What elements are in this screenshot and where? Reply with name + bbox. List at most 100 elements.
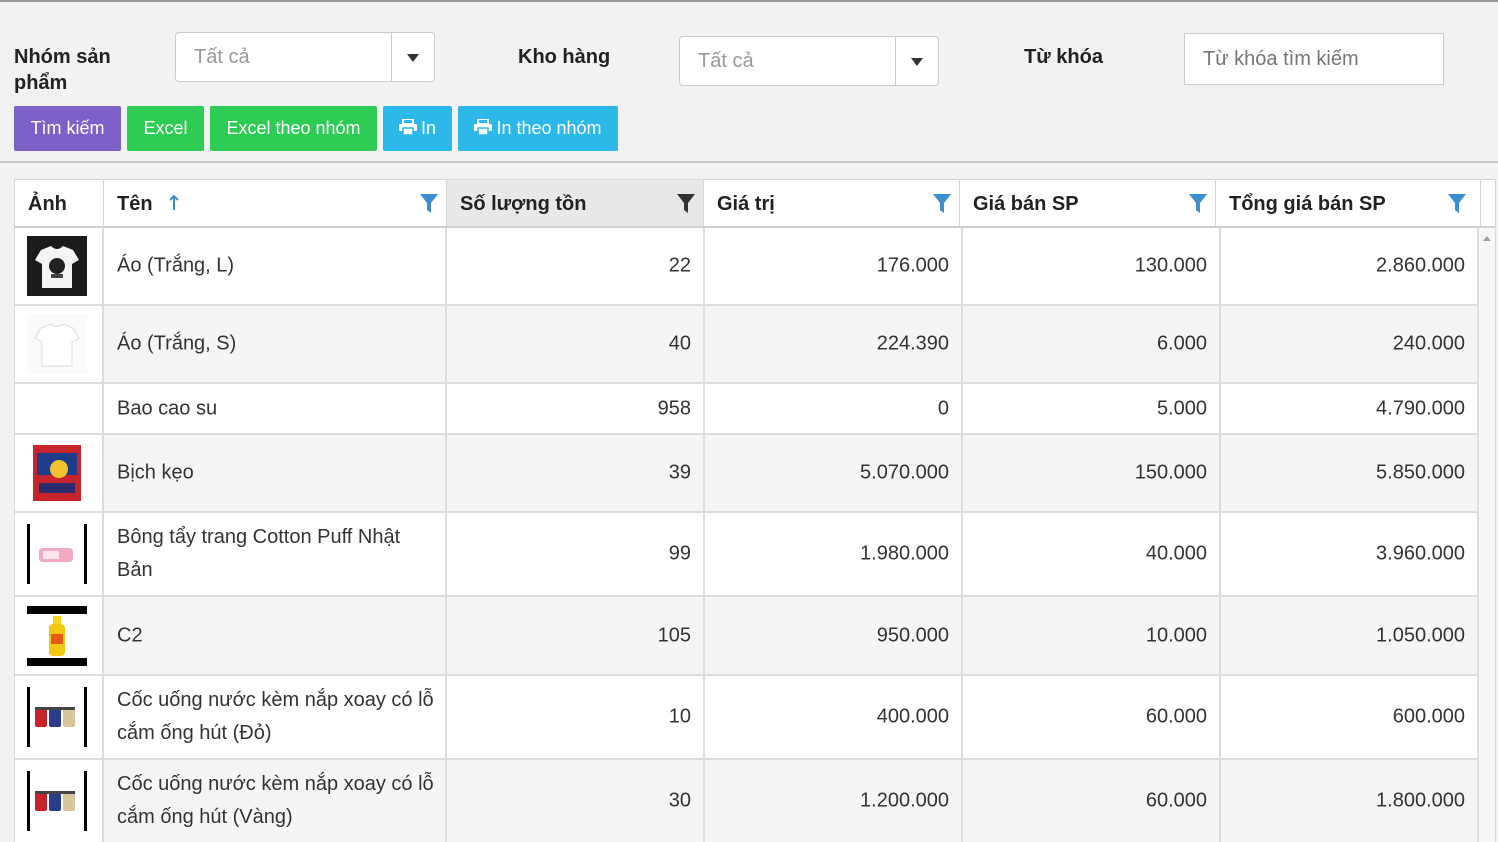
keyword-input[interactable] <box>1184 33 1444 85</box>
price-value: 10.000 <box>1145 624 1207 646</box>
quantity-cell: 40 <box>447 306 705 382</box>
price-cell: 10.000 <box>963 597 1221 674</box>
product-thumbnail[interactable] <box>27 314 87 374</box>
column-header-image[interactable]: Ảnh <box>15 180 104 226</box>
price-cell: 40.000 <box>963 513 1221 595</box>
sort-ascending-icon[interactable] <box>168 194 180 212</box>
printer-icon <box>474 107 493 152</box>
column-header-total[interactable]: Tổng giá bán SP <box>1216 180 1481 226</box>
column-header-label: Giá trị <box>717 193 775 215</box>
price-cell: 130.000 <box>963 228 1221 304</box>
product-image-cell <box>15 435 104 511</box>
print-group-button-label: In theo nhóm <box>496 118 602 138</box>
filter-icon[interactable] <box>1189 194 1207 214</box>
search-button[interactable]: Tìm kiếm <box>14 106 121 151</box>
product-thumbnail[interactable] <box>27 236 87 296</box>
table-row[interactable]: Bao cao su 958 0 5.000 4.790.000 <box>15 384 1481 435</box>
total-price-value: 2.860.000 <box>1376 254 1465 277</box>
column-header-label: Tên <box>117 193 153 215</box>
quantity-cell: 39 <box>447 435 705 511</box>
printer-icon <box>398 107 417 152</box>
table-row[interactable]: Cốc uống nước kèm nắp xoay có lỗ cắm ống… <box>15 676 1481 760</box>
filter-icon[interactable] <box>677 194 695 214</box>
total-price-value: 5.850.000 <box>1376 461 1465 484</box>
quantity-value: 10 <box>668 705 691 728</box>
excel-group-button[interactable]: Excel theo nhóm <box>210 106 377 151</box>
price-cell: 5.000 <box>963 384 1221 433</box>
print-button-label: In <box>420 118 436 138</box>
product-thumbnail[interactable] <box>27 443 87 503</box>
value-cell: 950.000 <box>705 597 963 674</box>
product-name: Áo (Trắng, S) <box>117 332 237 355</box>
product-name: Bao cao su <box>117 397 218 419</box>
price-value: 40.000 <box>1145 542 1207 565</box>
quantity-value: 30 <box>668 789 691 812</box>
quantity-cell: 99 <box>447 513 705 595</box>
product-name-cell: Bao cao su <box>104 384 447 433</box>
column-header-value[interactable]: Giá trị <box>704 180 960 226</box>
table-row[interactable]: Bông tẩy trang Cotton Puff Nhật Bản 99 1.9… <box>15 513 1481 597</box>
warehouse-select-value: Tất cả <box>698 50 754 72</box>
product-thumbnail[interactable] <box>27 605 87 666</box>
product-name-cell: Bịch kẹo <box>104 435 447 511</box>
column-header-quantity[interactable]: Số lượng tồn <box>447 180 704 226</box>
table-row[interactable]: Áo (Trắng, L) 22 176.000 130.000 2.860.000 <box>15 228 1481 306</box>
quantity-cell: 958 <box>447 384 705 433</box>
total-price-cell: 240.000 <box>1221 306 1479 382</box>
product-name-cell: Áo (Trắng, S) <box>104 306 447 382</box>
total-price-cell: 1.800.000 <box>1221 760 1479 842</box>
total-price-cell: 3.960.000 <box>1221 513 1479 595</box>
price-value: 6.000 <box>1156 332 1207 355</box>
table-row[interactable]: Cốc uống nước kèm nắp xoay có lỗ cắm ống… <box>15 760 1481 842</box>
group-select[interactable]: Tất cả <box>175 32 435 82</box>
group-select-value: Tất cả <box>194 46 250 68</box>
product-thumbnail[interactable] <box>27 687 87 747</box>
filter-icon[interactable] <box>420 194 438 214</box>
price-value: 130.000 <box>1134 254 1207 277</box>
value-value: 400.000 <box>876 705 949 728</box>
quantity-value: 99 <box>668 542 691 565</box>
table-scrollbar[interactable] <box>1478 228 1495 842</box>
table-row[interactable]: Bịch kẹo 39 5.070.000 150.000 5.850.000 <box>15 435 1481 513</box>
price-value: 60.000 <box>1145 789 1207 812</box>
warehouse-select[interactable]: Tất cả <box>679 36 939 86</box>
product-name-cell: C2 <box>104 597 447 674</box>
filter-icon[interactable] <box>1448 194 1466 214</box>
value-value: 0 <box>937 397 949 419</box>
price-cell: 60.000 <box>963 676 1221 758</box>
value-value: 1.200.000 <box>860 789 949 812</box>
product-thumbnail[interactable] <box>27 771 87 831</box>
total-price-cell: 600.000 <box>1221 676 1479 758</box>
total-price-cell: 1.050.000 <box>1221 597 1479 674</box>
value-cell: 224.390 <box>705 306 963 382</box>
table-row[interactable]: Áo (Trắng, S) 40 224.390 6.000 240.000 <box>15 306 1481 384</box>
product-image-cell <box>15 384 104 433</box>
print-group-button[interactable]: In theo nhóm <box>458 106 618 151</box>
inventory-table: Ảnh Tên Số lượng tồn Giá trị Giá bán SP … <box>14 179 1496 842</box>
column-header-label: Ảnh <box>28 193 67 215</box>
product-thumbnail[interactable] <box>27 524 87 584</box>
column-header-price[interactable]: Giá bán SP <box>960 180 1216 226</box>
quantity-value: 22 <box>668 254 691 277</box>
print-button[interactable]: In <box>383 106 452 151</box>
product-name-cell: Áo (Trắng, L) <box>104 228 447 304</box>
value-value: 224.390 <box>876 332 949 355</box>
total-price-value: 3.960.000 <box>1376 542 1465 565</box>
section-divider <box>0 161 1498 163</box>
column-header-name[interactable]: Tên <box>104 180 447 226</box>
column-header-label: Giá bán SP <box>973 193 1079 215</box>
warehouse-filter-label: Kho hàng <box>518 46 611 68</box>
warehouse-select-toggle[interactable] <box>895 37 938 85</box>
product-image-cell <box>15 306 104 382</box>
filter-icon[interactable] <box>933 194 951 214</box>
quantity-cell: 105 <box>447 597 705 674</box>
quantity-value: 39 <box>668 461 691 484</box>
quantity-value: 105 <box>657 624 691 646</box>
product-name: Áo (Trắng, L) <box>117 254 235 277</box>
keyword-filter-label: Từ khóa <box>1024 46 1103 68</box>
group-select-toggle[interactable] <box>391 33 434 81</box>
scroll-up-icon[interactable] <box>1483 236 1491 241</box>
excel-button[interactable]: Excel <box>127 106 204 151</box>
value-value: 5.070.000 <box>860 461 949 484</box>
table-row[interactable]: C2 105 950.000 10.000 1.050.000 <box>15 597 1481 676</box>
